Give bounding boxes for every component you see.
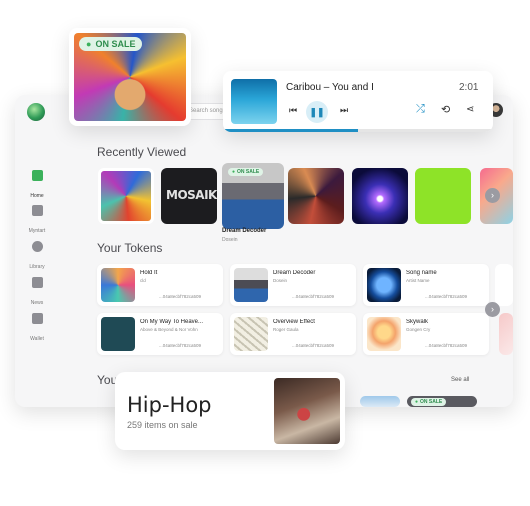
grid-icon	[31, 277, 43, 288]
token-name: Skywalk	[406, 319, 429, 325]
token-card[interactable]: Song name Artist Name ...04a8ecbf782ca50…	[363, 264, 489, 306]
see-all-link[interactable]: See all	[451, 377, 469, 383]
mosaik-artwork-text: MOSAIK	[166, 188, 217, 202]
sidebar-item-library[interactable]: Library	[23, 241, 51, 273]
token-card[interactable]: Hold It cld ...04a8ecbf782ca509	[97, 264, 223, 306]
home-icon	[31, 170, 43, 181]
section-title-your-tokens: Your Tokens	[97, 241, 163, 255]
genre-subtitle: 259 items on sale	[127, 420, 198, 430]
track-title: Caribou – You and I	[286, 82, 374, 93]
collection-item-peek[interactable]	[360, 396, 400, 407]
token-artist: Above & Beyond & Nor Vohn	[140, 327, 198, 332]
token-hash: ...04a8ecbf782ca509	[425, 343, 468, 348]
token-hash: ...04a8ecbf782ca509	[159, 343, 202, 348]
token-artwork	[234, 268, 268, 302]
sidebar-item-label: Library	[29, 264, 45, 270]
now-playing-card: Caribou – You and I 2:01 ⏮ ❚❚ ⏭ ⤮ ⟲ ⋖	[223, 71, 493, 132]
token-hash: ...04a8ecbf782ca509	[292, 343, 335, 348]
token-name: Dream Decoder	[273, 270, 316, 276]
token-artist: Artist Name	[406, 278, 430, 283]
app-window: Search song Home Myntart Library News Wa…	[15, 95, 513, 407]
token-name: Hold It	[140, 270, 158, 276]
token-artist: cld	[140, 278, 146, 283]
recent-item[interactable]	[415, 168, 471, 224]
section-title-recently-viewed: Recently Viewed	[97, 145, 187, 159]
next-icon[interactable]: ⏭	[340, 105, 348, 116]
sidebar-item-myntart[interactable]: Myntart	[23, 205, 51, 237]
token-card-peek	[499, 313, 513, 355]
genre-card[interactable]: Hip-Hop 259 items on sale	[115, 372, 345, 450]
token-name: Song name	[406, 270, 437, 276]
token-artwork	[367, 317, 401, 351]
token-card[interactable]: On My Way To Heave... Above & Beyond & N…	[97, 313, 223, 355]
album-cover	[231, 79, 277, 124]
recent-item[interactable]	[352, 168, 408, 224]
share-icon[interactable]: ⋖	[466, 104, 474, 115]
progress-bar[interactable]	[223, 129, 493, 132]
wallet-icon	[31, 313, 43, 324]
chevron-right-icon[interactable]: ›	[485, 302, 500, 317]
sidebar-item-label: Wallet	[30, 336, 44, 342]
recent-item[interactable]: MOSAIK	[161, 168, 217, 224]
pause-button[interactable]: ❚❚	[306, 101, 328, 123]
recent-item[interactable]	[98, 168, 154, 224]
token-name: Overview Effect	[273, 319, 315, 325]
previous-icon[interactable]: ⏮	[289, 105, 297, 116]
repeat-icon[interactable]: ⟲	[441, 103, 450, 116]
on-sale-badge: ON SALE	[228, 168, 264, 176]
token-artwork	[101, 317, 135, 351]
on-sale-badge: ON SALE	[411, 398, 447, 406]
wallet-card-icon	[31, 205, 43, 216]
token-hash: ...04a8ecbf782ca509	[292, 294, 335, 299]
track-time: 2:01	[459, 82, 479, 93]
token-artwork	[234, 317, 268, 351]
featured-artist: Dosein	[222, 237, 238, 243]
genre-image	[274, 378, 340, 444]
sidebar-item-wallet[interactable]: Wallet	[23, 313, 51, 345]
token-card[interactable]: Overview Effect Roger Gaula ...04a8ecbf7…	[230, 313, 356, 355]
sidebar-item-home[interactable]: Home	[23, 170, 51, 202]
app-logo[interactable]	[27, 103, 45, 121]
sidebar-item-label: Myntart	[28, 228, 46, 234]
on-sale-card[interactable]: ON SALE	[69, 28, 191, 126]
token-card-peek	[495, 264, 513, 306]
on-sale-badge: ON SALE	[79, 37, 143, 51]
token-artwork	[367, 268, 401, 302]
token-name: On My Way To Heave...	[140, 319, 204, 325]
recent-item-featured[interactable]: ON SALE	[222, 163, 284, 229]
token-artwork	[101, 268, 135, 302]
sidebar-item-news[interactable]: News	[23, 277, 51, 309]
token-hash: ...04a8ecbf782ca509	[425, 294, 468, 299]
chevron-right-icon[interactable]: ›	[485, 188, 500, 203]
token-artist: Gongen Cry	[406, 327, 431, 332]
token-artist: Roger Gaula	[273, 327, 299, 332]
token-card[interactable]: Dream Decoder Dosein ...04a8ecbf782ca509	[230, 264, 356, 306]
shuffle-icon[interactable]: ⤮	[416, 103, 425, 116]
sidebar-item-label: Home	[30, 193, 44, 199]
sidebar-item-label: News	[30, 300, 44, 306]
library-icon	[31, 241, 43, 252]
token-card[interactable]: Skywalk Gongen Cry ...04a8ecbf782ca509	[363, 313, 489, 355]
token-artist: Dosein	[273, 278, 288, 283]
collection-item-peek[interactable]: ON SALE	[407, 396, 477, 407]
featured-title: Dream Decoder	[222, 228, 267, 234]
progress-fill	[223, 129, 358, 132]
genre-title: Hip-Hop	[127, 393, 212, 417]
recent-item[interactable]	[288, 168, 344, 224]
token-hash: ...04a8ecbf782ca509	[159, 294, 202, 299]
